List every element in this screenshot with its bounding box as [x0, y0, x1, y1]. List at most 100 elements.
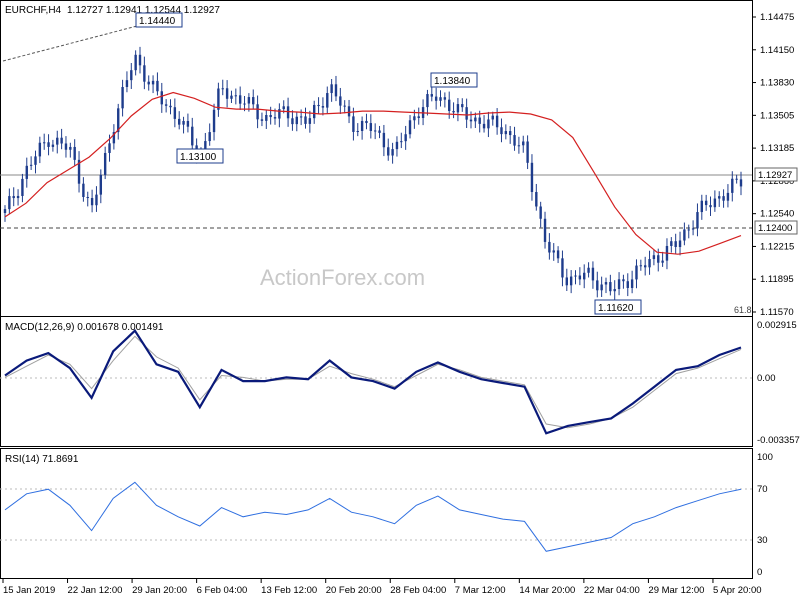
- candle-body: [369, 123, 373, 131]
- candle-body: [491, 115, 494, 120]
- candle: [25, 157, 28, 188]
- annotation-high-1: 1.14440: [135, 12, 183, 28]
- candle-body: [561, 258, 564, 278]
- candle: [3, 205, 7, 222]
- rsi-tick-70: 70: [757, 484, 768, 495]
- candle: [256, 95, 259, 129]
- candle: [313, 100, 316, 124]
- candle: [125, 71, 129, 93]
- candle-body: [326, 93, 329, 108]
- candle-body: [86, 196, 89, 199]
- candle: [561, 250, 564, 287]
- candle: [339, 87, 342, 115]
- candle-body: [739, 179, 743, 187]
- candle-body: [609, 282, 612, 292]
- candle-body: [670, 241, 673, 246]
- candle: [147, 75, 150, 91]
- candle-body: [643, 265, 647, 268]
- candle-body: [482, 123, 486, 129]
- candle-body: [51, 144, 55, 147]
- candle-body: [121, 87, 124, 109]
- candle-body: [718, 196, 721, 199]
- annotation-high-2-label: 1.13840: [434, 76, 471, 87]
- candle: [696, 203, 699, 237]
- candle: [47, 134, 50, 156]
- candle-body: [574, 275, 577, 277]
- symbol-timeframe: EURCHF,H4: [5, 5, 62, 16]
- candle: [726, 184, 730, 208]
- candle: [548, 233, 551, 260]
- candle: [508, 125, 512, 144]
- annotation-high-1-label: 1.14440: [139, 16, 176, 27]
- candle: [452, 102, 455, 119]
- candle: [295, 112, 298, 132]
- candle-body: [47, 142, 50, 147]
- candle: [334, 75, 338, 102]
- candle: [421, 99, 425, 126]
- candle: [29, 156, 33, 171]
- time-tick-label: 13 Feb 12:00: [261, 585, 317, 596]
- candle: [117, 103, 120, 140]
- candle: [347, 99, 351, 124]
- candle: [164, 99, 168, 113]
- candle: [169, 99, 172, 115]
- candle: [709, 196, 712, 216]
- macd-main-line: [4, 328, 742, 435]
- candle-body: [474, 117, 477, 122]
- candle-body: [247, 97, 251, 104]
- candle-body: [443, 97, 447, 100]
- candle: [156, 72, 159, 96]
- candle-body: [130, 70, 133, 81]
- candle-body: [234, 95, 238, 97]
- candle: [373, 123, 377, 140]
- candle-body: [683, 229, 686, 241]
- candle: [735, 174, 738, 184]
- candle: [90, 189, 94, 213]
- candle-body: [674, 241, 677, 248]
- candle-body: [517, 145, 521, 147]
- candle-body: [696, 212, 699, 229]
- candle: [143, 56, 146, 90]
- candle-body: [160, 91, 163, 105]
- candle-body: [147, 81, 150, 85]
- candle-body: [604, 282, 608, 285]
- candle: [103, 146, 107, 180]
- price-tick-label: 1.12540: [760, 209, 794, 220]
- candle-body: [617, 279, 621, 290]
- annotation-low-1-label: 1.13100: [180, 152, 217, 163]
- candle: [365, 113, 368, 130]
- candle: [343, 100, 346, 114]
- candle: [304, 107, 307, 129]
- candle-body: [317, 104, 320, 107]
- candle: [404, 125, 407, 150]
- chart-svg: ActionForex.com EURCHF,H4 1.12727 1.1294…: [0, 0, 800, 596]
- candle: [434, 87, 438, 110]
- candle: [369, 114, 373, 139]
- time-tick-label: 15 Jan 2019: [3, 585, 55, 596]
- candle-body: [448, 99, 451, 111]
- time-tick-label: 22 Jan 12:00: [68, 585, 123, 596]
- candle-body: [596, 280, 599, 291]
- candles-group: [3, 46, 743, 300]
- candle: [522, 135, 525, 153]
- candle: [238, 86, 242, 110]
- candle-body: [395, 141, 399, 150]
- candle: [626, 273, 629, 297]
- candle: [596, 271, 599, 298]
- candle: [461, 98, 464, 112]
- time-tick-label: 28 Feb 04:00: [390, 585, 446, 596]
- candle: [635, 259, 638, 289]
- candle: [73, 139, 76, 166]
- candle: [138, 46, 142, 74]
- candle: [278, 103, 281, 128]
- candle: [535, 183, 538, 211]
- candle-body: [522, 141, 525, 146]
- candle: [556, 246, 560, 264]
- candle-body: [661, 260, 664, 263]
- candle-body: [600, 284, 603, 291]
- candle-body: [639, 265, 643, 267]
- candle-body: [3, 209, 7, 214]
- candle: [178, 111, 181, 130]
- candle: [517, 136, 521, 154]
- candle-body: [339, 96, 342, 106]
